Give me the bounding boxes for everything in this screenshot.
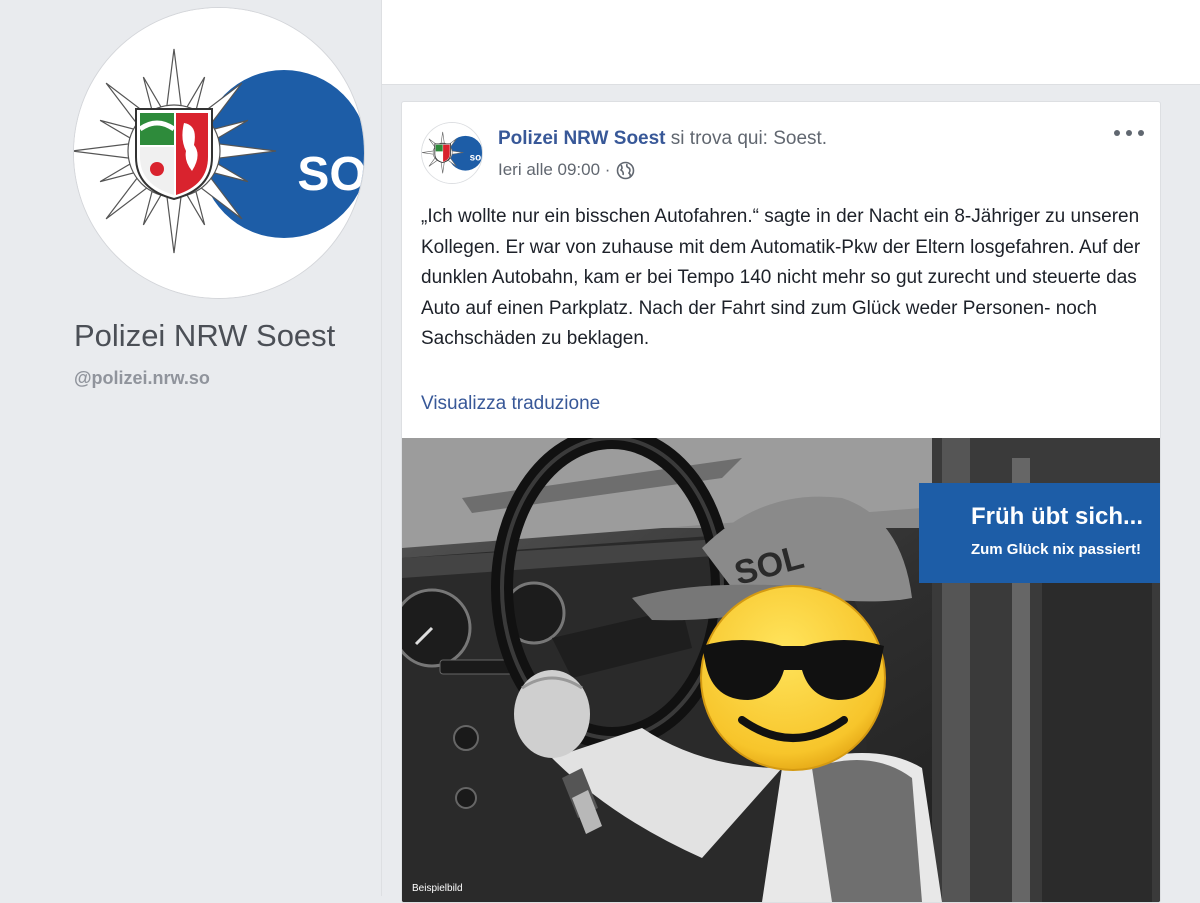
post-timestamp[interactable]: Ieri alle 09:00 · (498, 160, 610, 180)
banner-subtitle: Zum Glück nix passiert! (970, 541, 1141, 558)
top-content-box (382, 0, 1200, 85)
globe-icon[interactable] (616, 161, 635, 180)
more-options-icon[interactable] (1114, 122, 1144, 144)
page-username[interactable]: @polizei.nrw.so (74, 368, 210, 389)
post-body-text: „Ich wollte nur ein bisschen Autofahren.… (421, 206, 1141, 349)
column-divider (381, 0, 382, 896)
post-header: Polizei NRW Soest si trova qui: Soest. (498, 128, 827, 150)
post-card: so Polizei NRW Soest si trova qui: Soest… (401, 101, 1161, 903)
image-caption: Beispielbild (412, 883, 463, 894)
post-meta: Ieri alle 09:00 · (498, 160, 635, 180)
banner-title: Früh übt sich... (971, 503, 1143, 530)
image-banner: Früh übt sich... Zum Glück nix passiert! (919, 483, 1160, 583)
see-translation-link[interactable]: Visualizza traduzione (421, 393, 600, 415)
page-title[interactable]: Polizei NRW Soest (74, 318, 335, 354)
profile-picture[interactable]: SO (74, 8, 364, 298)
post-author-avatar[interactable]: so (422, 123, 482, 183)
nrw-police-star-logo: SO (74, 8, 364, 298)
page-sidebar: SO Polizei NRW Soest @polizei.nrw.so (0, 0, 381, 896)
dot (1114, 130, 1120, 136)
post-author-link[interactable]: Polizei NRW Soest (498, 128, 666, 149)
post-image[interactable]: SOL Früh übt sich... Zum Glück nix passi… (402, 438, 1160, 902)
nrw-police-star-logo-small: so (422, 123, 482, 183)
post-location-text: si trova qui: Soest. (665, 128, 828, 149)
dot (1138, 130, 1144, 136)
svg-text:so: so (470, 153, 482, 164)
logo-text: SO (297, 148, 364, 201)
dot (1126, 130, 1132, 136)
